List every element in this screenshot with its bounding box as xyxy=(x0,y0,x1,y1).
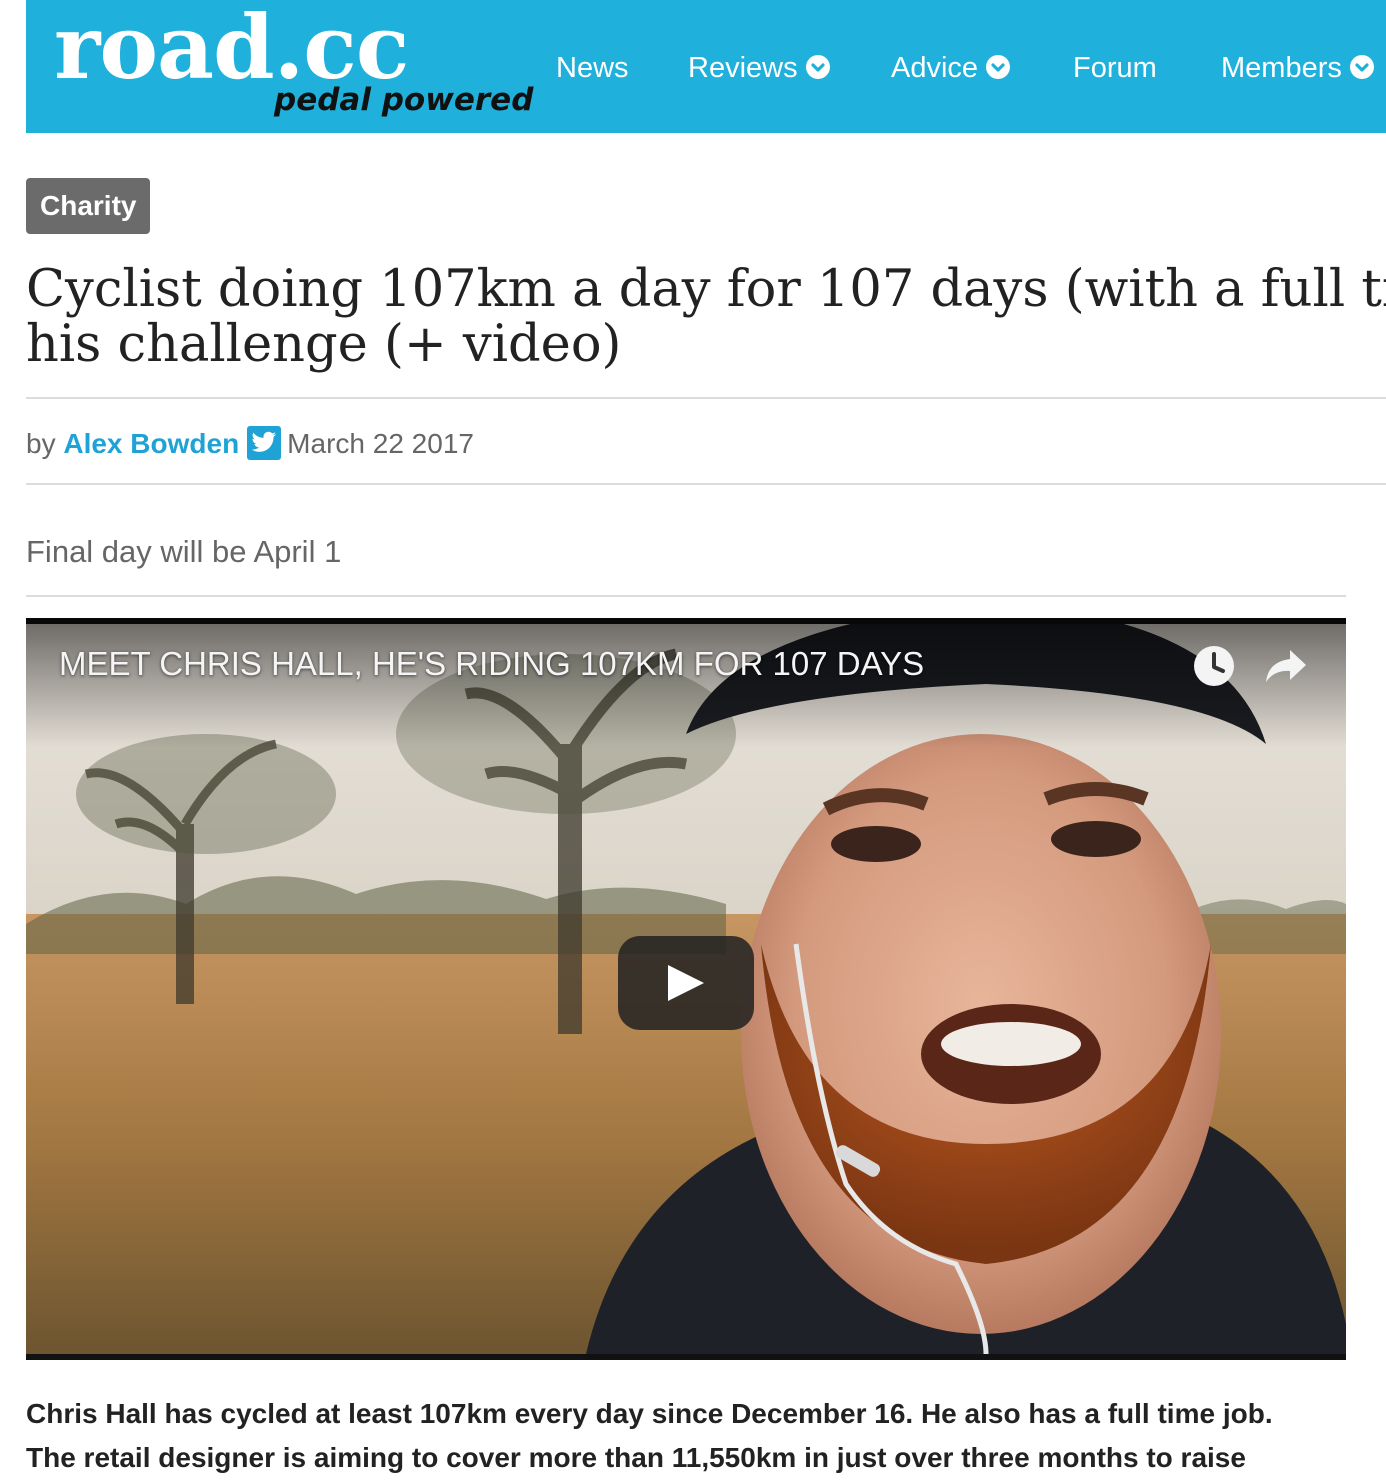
article-title: Cyclist doing 107km a day for 107 days (… xyxy=(26,262,1386,382)
play-icon xyxy=(668,965,704,1001)
chevron-down-icon xyxy=(986,55,1011,80)
lead-line: The retail designer is aiming to cover m… xyxy=(26,1442,1246,1473)
author-link[interactable]: Alex Bowden xyxy=(63,428,239,459)
share-icon[interactable] xyxy=(1262,646,1308,686)
lead-line: Chris Hall has cycled at least 107km eve… xyxy=(26,1398,1273,1429)
twitter-icon[interactable] xyxy=(247,425,282,460)
nav-item-label: Reviews xyxy=(688,52,798,84)
divider xyxy=(26,483,1386,485)
article-lead: Chris Hall has cycled at least 107km eve… xyxy=(26,1392,1356,1480)
play-button[interactable] xyxy=(618,936,754,1030)
clock-icon[interactable] xyxy=(1192,644,1236,688)
nav-item-reviews[interactable]: Reviews xyxy=(688,46,830,90)
logo-tagline: pedal powered xyxy=(274,82,534,118)
standfirst: Final day will be April 1 xyxy=(26,534,342,569)
video-title[interactable]: MEET CHRIS HALL, HE'S RIDING 107KM FOR 1… xyxy=(59,642,924,686)
article-title-line-1: Cyclist doing 107km a day for 107 days (… xyxy=(26,262,1386,319)
byline-prefix: by xyxy=(26,428,56,459)
nav-item-advice[interactable]: Advice xyxy=(891,46,1011,90)
nav-item-members[interactable]: Members xyxy=(1221,46,1374,90)
site-header: road.cc pedal powered News Reviews Advic… xyxy=(26,0,1386,133)
nav-item-label: Forum xyxy=(1073,52,1157,84)
divider xyxy=(26,397,1386,399)
nav-item-label: News xyxy=(556,52,629,84)
site-logo[interactable]: road.cc pedal powered xyxy=(54,0,533,124)
logo-wordmark: road.cc xyxy=(54,0,409,99)
category-badge[interactable]: Charity xyxy=(26,178,151,234)
publish-date: March 22 2017 xyxy=(287,428,474,459)
chevron-down-icon xyxy=(1349,55,1374,80)
chevron-down-icon xyxy=(805,55,830,80)
nav-item-label: Members xyxy=(1221,52,1342,84)
nav-item-news[interactable]: News xyxy=(556,46,629,90)
byline: by Alex Bowden March 22 2017 xyxy=(26,422,474,466)
divider xyxy=(26,595,1346,597)
nav-item-forum[interactable]: Forum xyxy=(1073,46,1157,90)
nav-item-label: Advice xyxy=(891,52,979,84)
video-player[interactable]: MEET CHRIS HALL, HE'S RIDING 107KM FOR 1… xyxy=(26,618,1346,1360)
article-title-line-2: his challenge (+ video) xyxy=(26,315,622,374)
